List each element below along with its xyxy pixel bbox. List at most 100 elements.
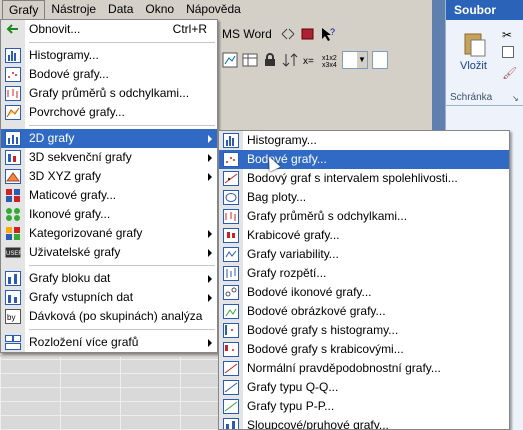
menu-item-2d-grafy[interactable]: 2D grafy xyxy=(1,129,217,148)
normal-prob-icon xyxy=(223,361,239,376)
menu-item-kategorizovane[interactable]: Kategorizované grafy xyxy=(1,224,217,243)
scatter-image-icon xyxy=(223,304,239,319)
lock-icon[interactable] xyxy=(262,52,278,68)
variability-icon xyxy=(223,247,239,262)
pp-plot-icon xyxy=(223,399,239,414)
histogram-icon xyxy=(223,133,239,148)
batch-icon: by xyxy=(5,309,21,324)
submenu-item-histogramy[interactable]: Histogramy... xyxy=(219,131,509,150)
range-plot-icon xyxy=(223,266,239,281)
scatter-interval-icon xyxy=(223,171,239,186)
submenu-arrow-icon xyxy=(208,230,212,238)
scatter-icon xyxy=(5,67,21,82)
ribbon-separator xyxy=(446,105,523,106)
menu-bar: Grafy Nástroje Data Okno Nápověda xyxy=(0,0,435,19)
menu-item-grafy-vstupnich-dat[interactable]: Grafy vstupních dat xyxy=(1,288,217,307)
separator xyxy=(1,39,217,46)
submenu-item-sloupcove[interactable]: Sloupcové/pruhové grafy... xyxy=(219,416,509,429)
scatter-icon xyxy=(223,152,239,167)
submenu-item-bodovy-interval[interactable]: Bodový graf s intervalem spolehlivosti..… xyxy=(219,169,509,188)
submenu-arrow-icon xyxy=(208,249,212,257)
means-plot-icon xyxy=(223,209,239,224)
submenu-item-grafy-prumeru[interactable]: Grafy průměrů s odchylkami... xyxy=(219,207,509,226)
paste-icon[interactable] xyxy=(462,28,488,58)
format-painter-icon[interactable]: 🖌 xyxy=(502,66,517,80)
histogram-icon xyxy=(5,48,21,63)
surface-icon xyxy=(5,105,21,120)
help-pointer-icon[interactable]: ? xyxy=(320,26,336,42)
multi-layout-icon xyxy=(5,335,21,350)
submenu-arrow-icon xyxy=(208,135,212,143)
menu-item-davkova-analyza[interactable]: by Dávková (po skupinách) analýza xyxy=(1,307,217,326)
paste-button[interactable]: Vložit xyxy=(460,60,487,72)
line-pattern-select[interactable] xyxy=(372,51,388,69)
submenu-item-bodove-histogramy[interactable]: Bodové grafy s histogramy... xyxy=(219,321,509,340)
menu-nastroje[interactable]: Nástroje xyxy=(45,0,102,19)
menu-okno[interactable]: Okno xyxy=(139,0,180,19)
submenu-item-variability[interactable]: Grafy variability... xyxy=(219,245,509,264)
menu-item-grafy-prumeru[interactable]: Grafy průměrů s odchylkami... xyxy=(1,84,217,103)
menu-item-bodove-grafy[interactable]: Bodové grafy... xyxy=(1,65,217,84)
menu-item-rozlozeni[interactable]: Rozložení více grafů xyxy=(1,333,217,352)
submenu-item-qq[interactable]: Grafy typu Q-Q... xyxy=(219,378,509,397)
svg-text:?: ? xyxy=(330,27,335,37)
scatter-histogram-icon xyxy=(223,323,239,338)
submenu-item-krabicove[interactable]: Krabicové grafy... xyxy=(219,226,509,245)
fill-pattern-select[interactable]: ▼ xyxy=(342,51,368,69)
menu-item-histogramy[interactable]: Histogramy... xyxy=(1,46,217,65)
submenu-arrow-icon xyxy=(208,173,212,181)
3d-sequential-icon xyxy=(5,150,21,165)
box-plot-icon xyxy=(223,228,239,243)
dialog-launcher-icon[interactable]: ↘ xyxy=(512,94,519,103)
block-data-icon xyxy=(5,271,21,286)
user-graph-icon: USER xyxy=(5,245,23,260)
cut-icon[interactable]: ✂ xyxy=(502,28,512,42)
matrix-icon xyxy=(5,188,21,203)
svg-text:USER: USER xyxy=(6,251,21,257)
submenu-item-pp[interactable]: Grafy typu P-P... xyxy=(219,397,509,416)
menu-item-3d-sekvencni[interactable]: 3D sekvenční grafy xyxy=(1,148,217,167)
toolbar: MS Word ? x= x1x2 x3x4 ▼ xyxy=(218,19,435,100)
submenu-item-bag-ploty[interactable]: Bag ploty... xyxy=(219,188,509,207)
submenu-item-bodove-krabicove[interactable]: Bodové grafy s krabicovými... xyxy=(219,340,509,359)
sort-icon[interactable] xyxy=(282,52,298,68)
svg-text:x1x2: x1x2 xyxy=(322,55,337,62)
variables-icon[interactable]: x1x2 x3x4 xyxy=(322,52,338,69)
table-icon[interactable] xyxy=(242,52,258,68)
menu-item-3d-xyz[interactable]: 3D XYZ grafy xyxy=(1,167,217,186)
spreadsheet-grid[interactable] xyxy=(0,357,218,430)
submenu-item-bodove-ikonove[interactable]: Bodové ikonové grafy... xyxy=(219,283,509,302)
group-schranka: Schránka xyxy=(450,92,493,103)
menu-data[interactable]: Data xyxy=(102,0,139,19)
menu-napoveda[interactable]: Nápověda xyxy=(180,0,247,19)
submenu-item-rozpeti[interactable]: Grafy rozpětí... xyxy=(219,264,509,283)
arrows-icon[interactable] xyxy=(280,26,296,42)
menu-item-maticove[interactable]: Maticové grafy... xyxy=(1,186,217,205)
submenu-item-bodove-grafy[interactable]: Bodové grafy... xyxy=(219,150,509,169)
separator xyxy=(1,326,217,333)
menu-grafy[interactable]: Grafy xyxy=(2,0,46,19)
menu-item-uzivatelske[interactable]: USER Uživatelské grafy xyxy=(1,243,217,262)
menu-item-grafy-bloku-dat[interactable]: Grafy bloku dat xyxy=(1,269,217,288)
submenu-item-bodove-obrazkove[interactable]: Bodové obrázkové grafy... xyxy=(219,302,509,321)
formula-icon[interactable]: x= xyxy=(302,52,318,68)
tab-soubor[interactable]: Soubor xyxy=(446,0,523,20)
submenu-arrow-icon xyxy=(208,294,212,302)
separator xyxy=(1,122,217,129)
submenu-arrow-icon xyxy=(208,275,212,283)
ms-word-button[interactable]: MS Word xyxy=(222,27,276,41)
svg-text:x3x4: x3x4 xyxy=(322,62,337,68)
book-icon[interactable] xyxy=(300,26,316,42)
categorized-icon xyxy=(5,226,21,241)
3d-xyz-icon xyxy=(5,169,21,184)
grafy-menu: Obnovit... Ctrl+R Histogramy... Bodové gr… xyxy=(0,19,218,353)
copy-icon[interactable] xyxy=(502,46,514,58)
menu-item-povrchove-grafy[interactable]: Povrchové grafy... xyxy=(1,103,217,122)
menu-item-ikonove[interactable]: Ikonové grafy... xyxy=(1,205,217,224)
submenu-item-normalni[interactable]: Normální pravděpodobnostní grafy... xyxy=(219,359,509,378)
scatter-icon-plot-icon xyxy=(223,285,239,300)
scatter-box-icon xyxy=(223,342,239,357)
chart-icon[interactable] xyxy=(222,52,238,68)
submenu-arrow-icon xyxy=(208,154,212,162)
menu-item-obnovit[interactable]: Obnovit... Ctrl+R xyxy=(1,20,217,39)
